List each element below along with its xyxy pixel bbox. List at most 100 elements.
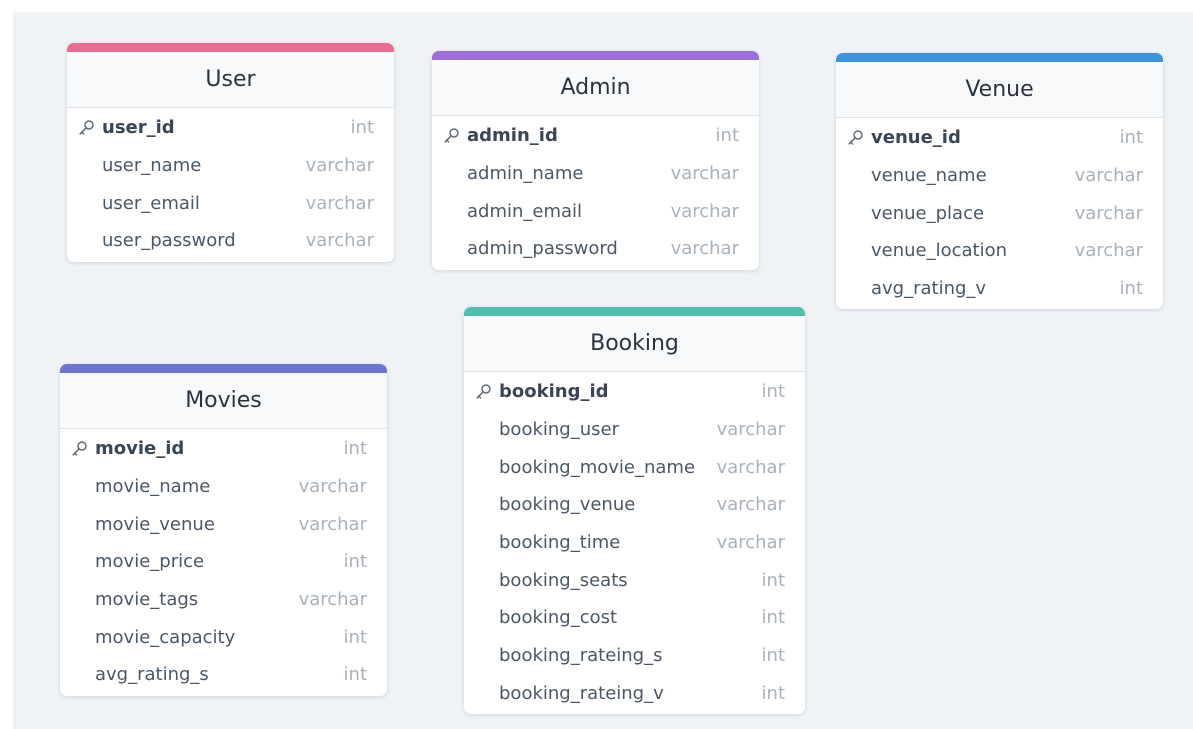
field-row[interactable]: venue_location varchar xyxy=(836,232,1163,270)
table-booking[interactable]: Booking booking_id int booking_user varcha… xyxy=(464,307,805,715)
field-name: venue_place xyxy=(871,202,985,224)
field-name: movie_venue xyxy=(95,513,215,535)
field-row[interactable]: avg_rating_s int xyxy=(60,656,387,694)
field-type: int xyxy=(343,551,367,573)
field-name: venue_location xyxy=(871,240,1008,262)
field-type: varchar xyxy=(716,532,785,554)
field-row[interactable]: booking_user varchar xyxy=(464,411,805,449)
key-icon xyxy=(847,129,871,146)
field-row[interactable]: admin_id int xyxy=(432,117,759,155)
field-name: movie_id xyxy=(95,438,185,460)
field-type: int xyxy=(1119,278,1143,300)
field-type: int xyxy=(761,569,785,591)
field-name: user_name xyxy=(102,155,202,177)
table-color-bar xyxy=(60,364,387,373)
field-type: int xyxy=(715,125,739,147)
field-name: movie_tags xyxy=(95,589,199,611)
field-type: varchar xyxy=(1074,240,1143,262)
field-row[interactable]: admin_password varchar xyxy=(432,230,759,268)
field-type: varchar xyxy=(716,456,785,478)
field-row[interactable]: movie_price int xyxy=(60,543,387,581)
field-name: user_email xyxy=(102,192,200,214)
diagram-canvas: User user_id int user_name varchar user_em… xyxy=(13,12,1193,729)
table-venue[interactable]: Venue venue_id int venue_name varchar venu… xyxy=(836,53,1163,310)
field-type: int xyxy=(761,381,785,403)
field-name: movie_price xyxy=(95,551,205,573)
field-name: user_password xyxy=(102,230,236,252)
field-row[interactable]: user_password varchar xyxy=(67,222,394,260)
field-name: booking_time xyxy=(499,532,621,554)
field-type: int xyxy=(350,117,374,139)
field-row[interactable]: venue_place varchar xyxy=(836,194,1163,232)
table-color-bar xyxy=(67,43,394,52)
field-row[interactable]: movie_venue varchar xyxy=(60,505,387,543)
table-header[interactable]: Movies xyxy=(60,373,387,429)
field-type: varchar xyxy=(670,238,739,260)
field-row[interactable]: movie_tags varchar xyxy=(60,581,387,619)
field-row[interactable]: booking_time varchar xyxy=(464,524,805,562)
field-row[interactable]: booking_rateing_s int xyxy=(464,637,805,675)
field-row[interactable]: booking_rateing_v int xyxy=(464,675,805,713)
field-row[interactable]: venue_name varchar xyxy=(836,157,1163,195)
table-title: Venue xyxy=(965,77,1034,102)
table-header[interactable]: User xyxy=(67,52,394,108)
table-header[interactable]: Booking xyxy=(464,316,805,372)
field-name: venue_id xyxy=(871,127,961,149)
field-name: booking_movie_name xyxy=(499,456,696,478)
field-row[interactable]: user_email varchar xyxy=(67,184,394,222)
table-color-bar xyxy=(432,51,759,60)
field-name: movie_capacity xyxy=(95,626,236,648)
field-type: varchar xyxy=(305,192,374,214)
field-row[interactable]: movie_capacity int xyxy=(60,618,387,656)
field-list: venue_id int venue_name varchar venue_plac… xyxy=(836,118,1163,309)
field-name: booking_venue xyxy=(499,494,636,516)
field-list: movie_id int movie_name varchar movie_venu… xyxy=(60,429,387,696)
table-color-bar xyxy=(836,53,1163,62)
field-row[interactable]: movie_name varchar xyxy=(60,468,387,506)
field-type: varchar xyxy=(298,476,367,498)
field-name: avg_rating_v xyxy=(871,278,987,300)
table-title: Admin xyxy=(560,75,631,100)
field-name: booking_rateing_s xyxy=(499,645,663,667)
field-name: booking_user xyxy=(499,419,619,441)
field-row[interactable]: venue_id int xyxy=(836,119,1163,157)
field-row[interactable]: booking_cost int xyxy=(464,599,805,637)
field-list: booking_id int booking_user varchar bookin… xyxy=(464,372,805,714)
field-type: varchar xyxy=(298,589,367,611)
field-row[interactable]: booking_id int xyxy=(464,373,805,411)
table-user[interactable]: User user_id int user_name varchar user_em… xyxy=(67,43,394,262)
field-name: avg_rating_s xyxy=(95,664,209,686)
table-header[interactable]: Venue xyxy=(836,62,1163,118)
table-movies[interactable]: Movies movie_id int movie_name varchar mov… xyxy=(60,364,387,696)
field-row[interactable]: user_id int xyxy=(67,109,394,147)
field-name: admin_email xyxy=(467,200,583,222)
field-type: int xyxy=(343,664,367,686)
field-type: int xyxy=(1119,127,1143,149)
table-header[interactable]: Admin xyxy=(432,60,759,116)
field-row[interactable]: admin_name varchar xyxy=(432,155,759,193)
field-name: movie_name xyxy=(95,476,211,498)
field-row[interactable]: avg_rating_v int xyxy=(836,270,1163,308)
field-row[interactable]: movie_id int xyxy=(60,430,387,468)
field-name: venue_name xyxy=(871,165,987,187)
field-name: booking_seats xyxy=(499,569,628,591)
field-type: varchar xyxy=(305,230,374,252)
field-row[interactable]: booking_venue varchar xyxy=(464,486,805,524)
field-name: booking_id xyxy=(499,381,609,403)
field-row[interactable]: booking_seats int xyxy=(464,561,805,599)
field-type: varchar xyxy=(298,513,367,535)
field-row[interactable]: booking_movie_name varchar xyxy=(464,448,805,486)
table-title: Booking xyxy=(590,331,679,356)
field-type: varchar xyxy=(1074,165,1143,187)
key-icon xyxy=(78,119,102,136)
field-row[interactable]: user_name varchar xyxy=(67,147,394,185)
table-admin[interactable]: Admin admin_id int admin_name varchar admi… xyxy=(432,51,759,270)
field-name: booking_rateing_v xyxy=(499,682,664,704)
key-icon xyxy=(475,383,499,400)
field-type: int xyxy=(761,645,785,667)
field-type: int xyxy=(761,607,785,629)
field-row[interactable]: admin_email varchar xyxy=(432,192,759,230)
table-color-bar xyxy=(464,307,805,316)
field-type: int xyxy=(761,682,785,704)
table-title: User xyxy=(205,67,256,92)
